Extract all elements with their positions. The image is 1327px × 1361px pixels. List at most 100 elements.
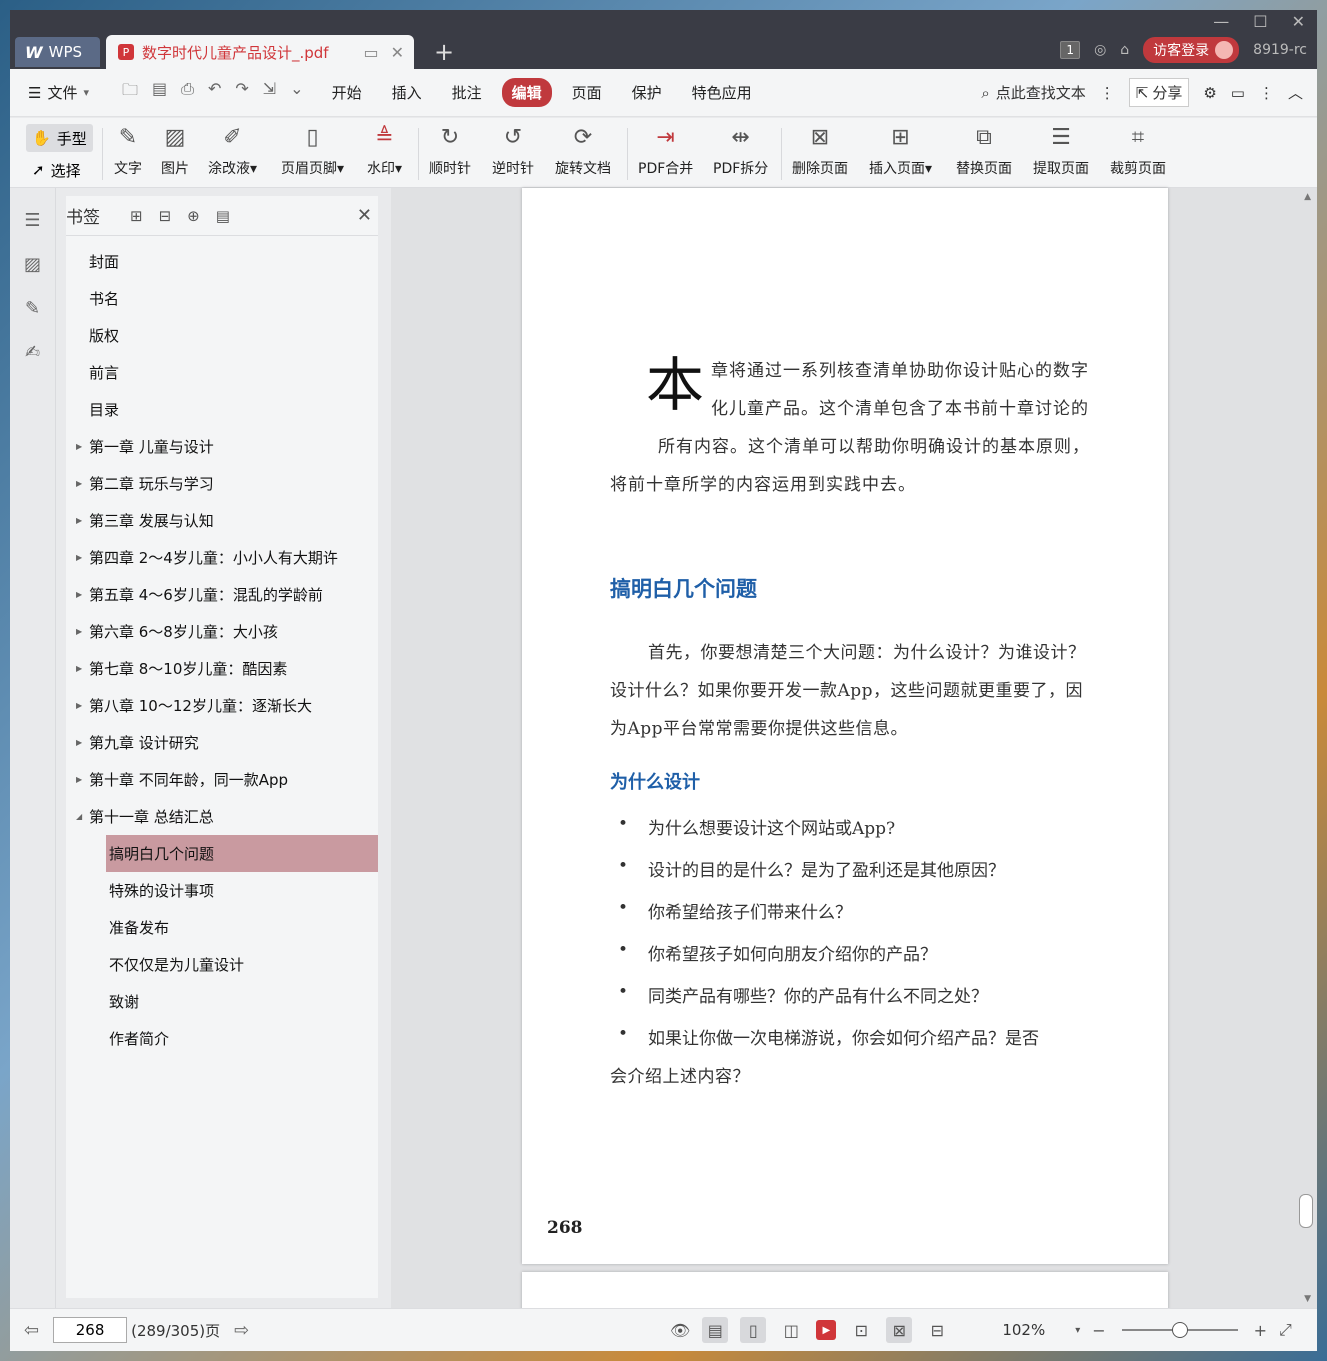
gear-icon[interactable]: ⚙ [1203,84,1216,102]
menu-start[interactable]: 开始 [322,78,372,107]
pdf-split-button[interactable]: ⇹ PDF拆分 [713,124,768,184]
bookmark-item[interactable]: ▶ 第七章 8～10岁儿童：酷因素 [66,650,378,687]
insert-page-button[interactable]: ⊞ 插入页面▾ [869,124,932,184]
file-menu-button[interactable]: ☰ 文件 ▾ [10,82,122,103]
bookmark-panel-icon[interactable]: ☰ [21,210,45,234]
maximize-icon[interactable]: ☐ [1253,12,1267,31]
bookmark-item[interactable]: 准备发布 [66,909,378,946]
caret-right-icon[interactable]: ▶ [76,627,82,636]
bookmark-item[interactable]: 作者简介 [66,1020,378,1057]
rotate-doc-button[interactable]: ⟳ 旋转文档 [555,124,611,184]
vertical-scrollbar[interactable]: ▲ ▼ [1299,188,1313,1308]
caret-right-icon[interactable]: ▶ [76,701,82,710]
caret-right-icon[interactable]: ▶ [76,479,82,488]
bookmark-item-selected[interactable]: 搞明白几个问题 [106,835,378,872]
zoom-level[interactable]: 102% [1002,1321,1045,1339]
menu-protect[interactable]: 保护 [622,78,672,107]
bookmark-item[interactable]: ▶ 第四章 2～4岁儿童：小小人有大期许 [66,539,378,576]
text-tool-button[interactable]: ✎ 文字 [114,124,142,184]
fit-width-icon[interactable]: ⊟ [924,1317,950,1343]
delete-page-button[interactable]: ⊠ 删除页面 [792,124,848,184]
bookmark-item[interactable]: ▶ 第八章 10～12岁儿童：逐渐长大 [66,687,378,724]
collapse-ribbon-icon[interactable]: ︿ [1288,82,1303,103]
bookmark-item[interactable]: ▶ 第九章 设计研究 [66,724,378,761]
crop-page-button[interactable]: ⌗ 裁剪页面 [1110,124,1166,184]
fullscreen-icon[interactable]: ⤢ [1279,1320,1292,1340]
pin-tab-icon[interactable]: ▭ [363,43,378,62]
scroll-up-icon[interactable]: ▲ [1304,192,1311,202]
eye-protection-icon[interactable]: 👁 [670,1321,690,1340]
bookmark-item[interactable]: ▶ 第五章 4～6岁儿童：混乱的学龄前 [66,576,378,613]
caret-right-icon[interactable]: ▶ [76,664,82,673]
caret-right-icon[interactable]: ▶ [76,442,82,451]
page-number-input[interactable] [53,1317,128,1343]
more-chevron-icon[interactable]: ⌄ [290,79,303,106]
undo-icon[interactable]: ↶ [208,79,221,106]
play-icon[interactable]: ▶ [816,1320,837,1340]
open-folder-icon[interactable]: 🗀 [122,79,138,106]
menu-insert[interactable]: 插入 [382,78,432,107]
bookmark-item[interactable]: 致谢 [66,983,378,1020]
next-page-icon[interactable]: ⇨ [234,1320,249,1341]
add-bookmark-icon[interactable]: ⊕ [187,207,200,225]
bookmark-item[interactable]: 版权 [66,317,378,354]
caret-right-icon[interactable]: ▶ [76,553,82,562]
comment-icon[interactable]: ▭ [1231,84,1245,102]
bookmark-item[interactable]: 前言 [66,354,378,391]
watermark-button[interactable]: ≜ 水印▾ [367,124,402,184]
select-mode-button[interactable]: ➚ 选择 [26,156,93,184]
menu-edit[interactable]: 编辑 [501,78,552,107]
bookmark-item[interactable]: 目录 [66,391,378,428]
skin-icon[interactable]: ◎ [1094,42,1106,58]
bookmark-item[interactable]: ▶ 第三章 发展与认知 [66,502,378,539]
two-page-view-icon[interactable]: ◫ [778,1317,804,1343]
bookmark-item[interactable]: ▶ 第十章 不同年龄，同一款App [66,761,378,798]
print-icon[interactable]: ⎙ [181,79,194,106]
wps-home-tab[interactable]: W WPS [15,37,100,67]
fit-page-icon[interactable]: ⊠ [886,1317,913,1343]
pdf-merge-button[interactable]: ⇥ PDF合并 [638,124,693,184]
bookmark-item[interactable]: ▶ 第六章 6～8岁儿童：大小孩 [66,613,378,650]
bookmark-item[interactable]: ▶ 第二章 玩乐与学习 [66,465,378,502]
bookmark-edit-icon[interactable]: ▤ [216,207,230,225]
caret-right-icon[interactable]: ▶ [76,738,82,747]
header-footer-button[interactable]: ▯ 页眉页脚▾ [281,124,344,184]
signature-icon[interactable]: ✍ [21,342,45,366]
extract-page-button[interactable]: ☰ 提取页面 [1033,124,1089,184]
collapse-all-icon[interactable]: ⊟ [159,207,172,225]
caret-right-icon[interactable]: ▶ [76,590,82,599]
find-text-button[interactable]: ⌕ 点此查找文本 [981,82,1085,103]
bookmark-item[interactable]: 特殊的设计事项 [66,872,378,909]
hand-mode-button[interactable]: ✋ 手型 [26,124,93,152]
zoom-slider[interactable] [1121,1322,1238,1338]
bookmark-item[interactable]: 书名 [66,280,378,317]
caret-right-icon[interactable]: ▶ [76,516,82,525]
rotate-cw-button[interactable]: ↻ 顺时针 [429,124,471,184]
redo-icon[interactable]: ↷ [235,79,248,106]
document-view[interactable]: 本 章将通过一系列核查清单协助你设计贴心的数字 化儿童产品。这个清单包含了本书前… [391,188,1317,1312]
single-page-view-icon[interactable]: ▯ [740,1317,767,1343]
image-tool-button[interactable]: ▨ 图片 [161,124,189,184]
share-button[interactable]: ⇱ 分享 [1128,78,1190,107]
window-count-badge[interactable]: 1 [1060,41,1081,59]
zoom-dropdown-icon[interactable]: ▾ [1075,1325,1080,1336]
continuous-view-icon[interactable]: ▤ [702,1317,729,1343]
close-tab-icon[interactable]: ✕ [391,43,404,62]
expand-all-icon[interactable]: ⊞ [130,207,143,225]
actual-size-icon[interactable]: ⊡ [848,1317,874,1343]
close-icon[interactable]: ✕ [357,205,372,226]
bookmark-item[interactable]: 不仅仅是为儿童设计 [66,946,378,983]
bookmark-item[interactable]: ▶ 第一章 儿童与设计 [66,428,378,465]
shirt-icon[interactable]: ⌂ [1120,42,1129,58]
annotation-icon[interactable]: ✎ [21,298,45,322]
thumbnail-icon[interactable]: ▨ [21,254,45,278]
prev-page-icon[interactable]: ⇦ [24,1320,39,1341]
new-tab-button[interactable]: + [434,38,454,66]
scroll-down-icon[interactable]: ▼ [1304,1294,1311,1304]
zoom-slider-knob[interactable] [1171,1322,1188,1338]
save-icon[interactable]: ▤ [152,79,167,106]
rotate-ccw-button[interactable]: ↺ 逆时针 [492,124,534,184]
minimize-icon[interactable]: — [1213,12,1229,31]
scroll-thumb[interactable] [1299,1194,1313,1228]
menu-special[interactable]: 特色应用 [682,78,762,107]
